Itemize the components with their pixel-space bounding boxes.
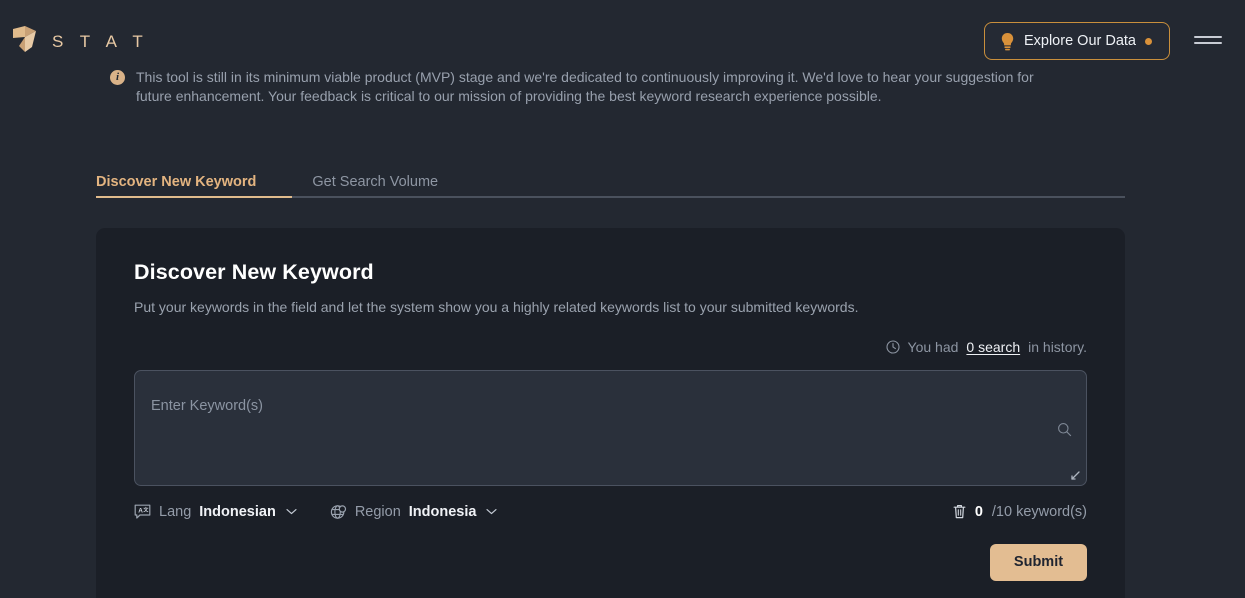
region-value: Indonesia — [408, 503, 477, 520]
card-title: Discover New Keyword — [134, 260, 374, 284]
history-prefix: You had — [907, 338, 959, 355]
language-selector[interactable]: A 文 Lang Indonesian — [134, 501, 297, 523]
hamburger-line — [1194, 36, 1222, 38]
keyword-input[interactable] — [135, 370, 1086, 485]
brand-logo[interactable]: S T A T — [12, 25, 149, 55]
language-label: Lang — [159, 503, 192, 520]
tab-get-search-volume[interactable]: Get Search Volume — [312, 174, 438, 192]
info-icon: i — [110, 70, 125, 85]
trash-icon[interactable] — [953, 504, 966, 519]
tab-bar: Discover New Keyword Get Search Volume — [96, 158, 1125, 198]
explore-status-dot — [1145, 37, 1152, 45]
search-history-link[interactable]: 0 search — [966, 339, 1020, 355]
keyword-count-current: 0 — [974, 503, 983, 520]
explore-our-data-button[interactable]: Explore Our Data — [983, 22, 1170, 60]
hamburger-menu-icon[interactable] — [1194, 32, 1222, 48]
submit-button[interactable]: Submit — [990, 543, 1087, 581]
active-tab-indicator — [96, 196, 292, 198]
globe-icon — [330, 504, 346, 519]
mvp-info-banner: i This tool is still in its minimum viab… — [110, 68, 1100, 106]
resize-grip-icon[interactable] — [1069, 469, 1081, 481]
submit-row: Submit — [134, 543, 1087, 581]
app-root: S T A T Explore Our Data i This tool is … — [0, 0, 1245, 598]
keyword-counter: 0/10 keyword(s) — [953, 504, 1087, 520]
stat-logo-mark-icon — [13, 26, 36, 52]
explore-button-label: Explore Our Data — [1023, 33, 1136, 49]
language-value: Indonesian — [199, 503, 276, 520]
brand-name: S T A T — [52, 31, 149, 51]
svg-text:文: 文 — [143, 506, 149, 513]
region-selector[interactable]: Region Indonesia — [330, 501, 498, 523]
keyword-count-suffix: /10 keyword(s) — [991, 503, 1087, 520]
keyword-input-container[interactable]: Enter Keyword(s) — [134, 369, 1087, 486]
search-history-row: You had 0 search in history. — [134, 338, 1087, 356]
card-subtitle: Put your keywords in the field and let t… — [134, 298, 859, 315]
chevron-down-icon — [486, 509, 498, 515]
banner-text: This tool is still in its minimum viable… — [136, 69, 1034, 104]
translate-icon: A 文 — [134, 504, 151, 519]
chevron-down-icon — [286, 509, 297, 515]
hamburger-line — [1194, 42, 1222, 44]
input-controls-row: A 文 Lang Indonesian Region Indonesia 0 /… — [134, 501, 1087, 523]
clock-icon — [885, 339, 900, 354]
tab-discover-new-keyword[interactable]: Discover New Keyword — [96, 174, 256, 192]
region-label: Region — [354, 503, 401, 520]
discover-keyword-card: Discover New Keyword Put your keywords i… — [96, 228, 1125, 598]
search-icon[interactable] — [1057, 422, 1072, 437]
lightbulb-icon — [1001, 32, 1014, 50]
history-suffix: in history. — [1028, 338, 1087, 355]
